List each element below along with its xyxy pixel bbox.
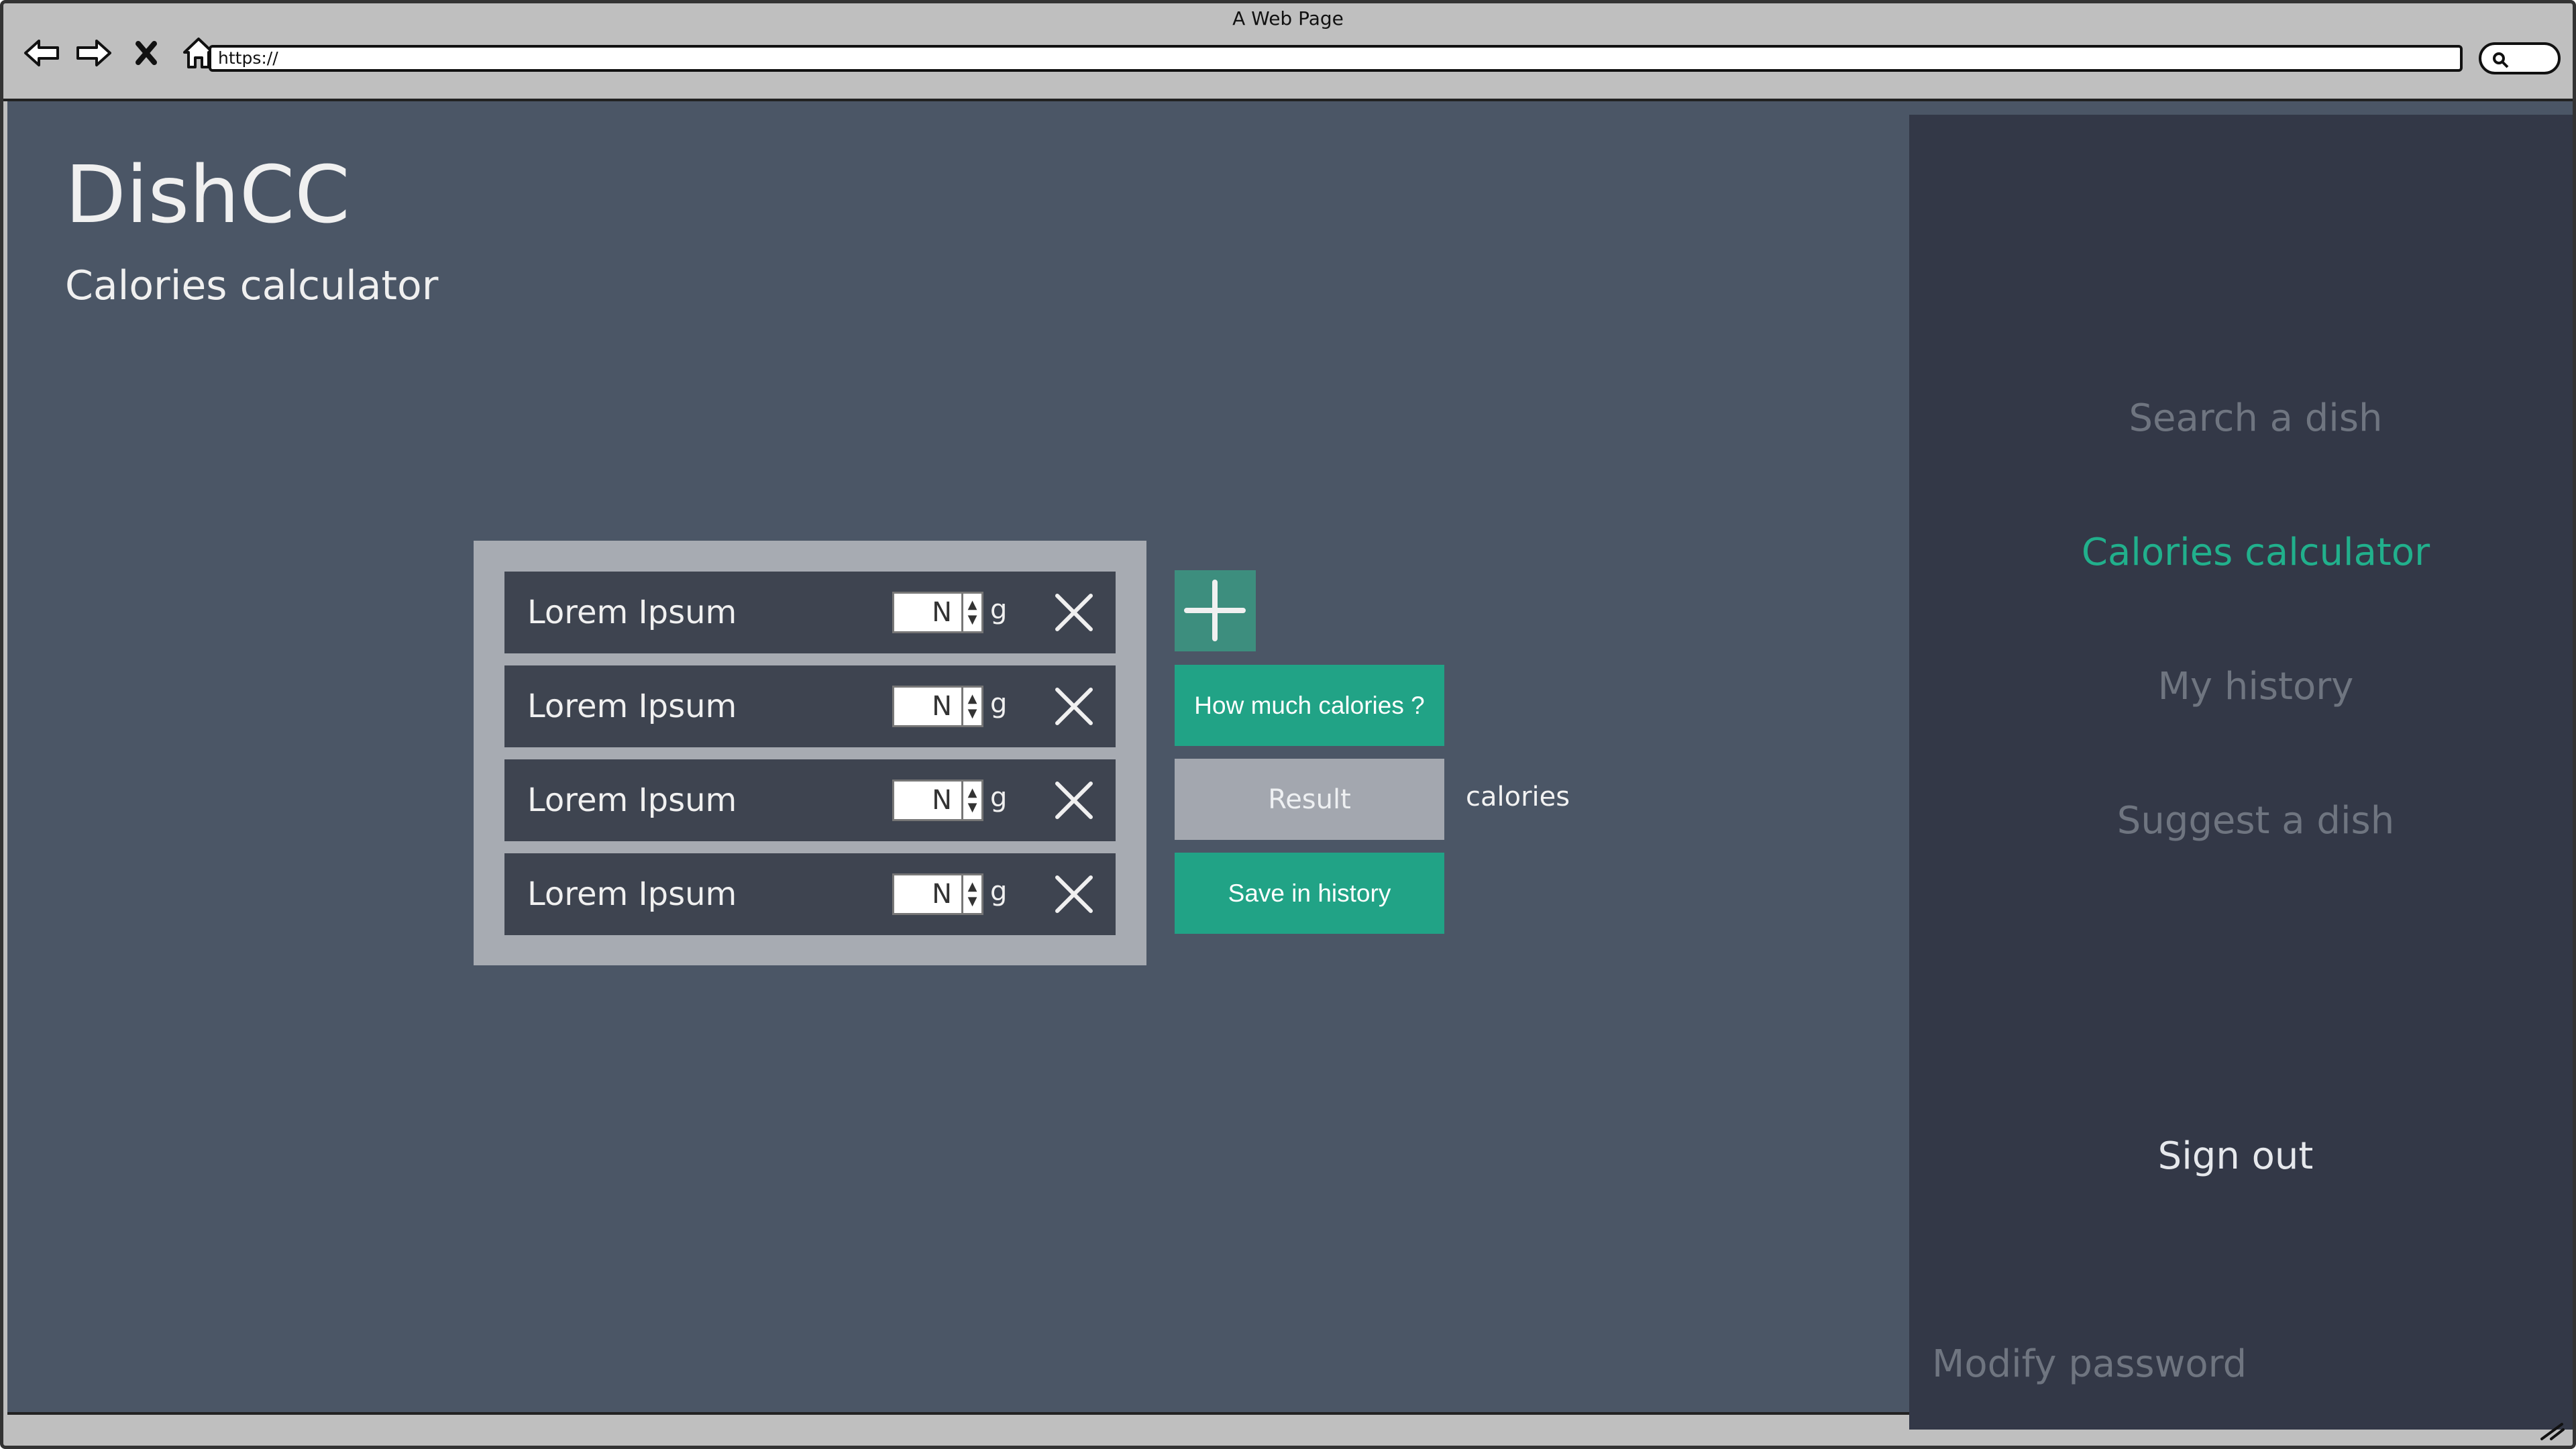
browser-nav (21, 33, 219, 73)
sidebar-item-my-history[interactable]: My history (1923, 665, 2573, 708)
spinner-arrows-icon[interactable]: ▲ ▼ (961, 688, 981, 725)
page-content: DishCC Calories calculator Lorem Ipsum N… (7, 101, 2573, 1430)
quantity-stepper[interactable]: N ▲ ▼ (892, 873, 983, 915)
modify-password-link[interactable]: Modify password (1932, 1342, 2247, 1386)
quantity-value[interactable]: N (894, 691, 961, 722)
address-bar[interactable]: https:// (209, 45, 2463, 72)
search-icon (2493, 52, 2509, 68)
remove-ingredient-icon[interactable] (1052, 778, 1096, 822)
quantity-value[interactable]: N (894, 597, 961, 628)
browser-window: A Web Page https:// DishCC Calories calc… (0, 0, 2576, 1449)
ingredient-name: Lorem Ipsum (527, 594, 737, 631)
ingredient-row: Lorem Ipsum N ▲ ▼ g (504, 665, 1116, 747)
ingredient-row: Lorem Ipsum N ▲ ▼ g (504, 759, 1116, 841)
quantity-unit: g (990, 876, 1008, 907)
sidebar: Search a dish Calories calculator My his… (1909, 115, 2573, 1430)
ingredient-name: Lorem Ipsum (527, 688, 737, 725)
browser-search-field[interactable] (2479, 42, 2561, 74)
calculate-calories-button[interactable]: How much calories ? (1175, 665, 1444, 746)
quantity-value[interactable]: N (894, 879, 961, 910)
resize-grip-icon[interactable] (2539, 1421, 2566, 1442)
ingredient-row: Lorem Ipsum N ▲ ▼ g (504, 853, 1116, 935)
quantity-value[interactable]: N (894, 785, 961, 816)
sign-out-link[interactable]: Sign out (1902, 1134, 2569, 1178)
plus-icon (1184, 580, 1246, 641)
quantity-unit: g (990, 688, 1008, 719)
stop-icon[interactable] (125, 33, 167, 73)
sidebar-item-suggest-dish[interactable]: Suggest a dish (1923, 799, 2573, 843)
quantity-unit: g (990, 594, 1008, 625)
quantity-stepper[interactable]: N ▲ ▼ (892, 592, 983, 633)
quantity-stepper[interactable]: N ▲ ▼ (892, 780, 983, 821)
save-in-history-button[interactable]: Save in history (1175, 853, 1444, 934)
spinner-arrows-icon[interactable]: ▲ ▼ (961, 782, 981, 819)
back-arrow-icon[interactable] (21, 33, 62, 73)
result-field: Result (1175, 759, 1444, 840)
quantity-unit: g (990, 782, 1008, 813)
spinner-arrows-icon[interactable]: ▲ ▼ (961, 594, 981, 631)
add-ingredient-button[interactable] (1175, 570, 1256, 651)
remove-ingredient-icon[interactable] (1052, 590, 1096, 635)
sidebar-item-search-dish[interactable]: Search a dish (1923, 396, 2573, 440)
quantity-stepper[interactable]: N ▲ ▼ (892, 686, 983, 727)
remove-ingredient-icon[interactable] (1052, 684, 1096, 729)
window-title: A Web Page (1232, 7, 1344, 30)
app-title: DishCC (65, 148, 350, 241)
ingredient-row: Lorem Ipsum N ▲ ▼ g (504, 572, 1116, 653)
sidebar-item-calories-calculator[interactable]: Calories calculator (1923, 531, 2573, 574)
ingredient-name: Lorem Ipsum (527, 875, 737, 913)
result-unit-label: calories (1466, 782, 1570, 812)
page-subtitle: Calories calculator (65, 262, 439, 309)
ingredient-name: Lorem Ipsum (527, 782, 737, 819)
spinner-arrows-icon[interactable]: ▲ ▼ (961, 875, 981, 913)
ingredient-list: Lorem Ipsum N ▲ ▼ g Lorem Ipsum N ▲ ▼ g Lo… (474, 541, 1146, 965)
forward-arrow-icon[interactable] (73, 33, 115, 73)
remove-ingredient-icon[interactable] (1052, 872, 1096, 916)
